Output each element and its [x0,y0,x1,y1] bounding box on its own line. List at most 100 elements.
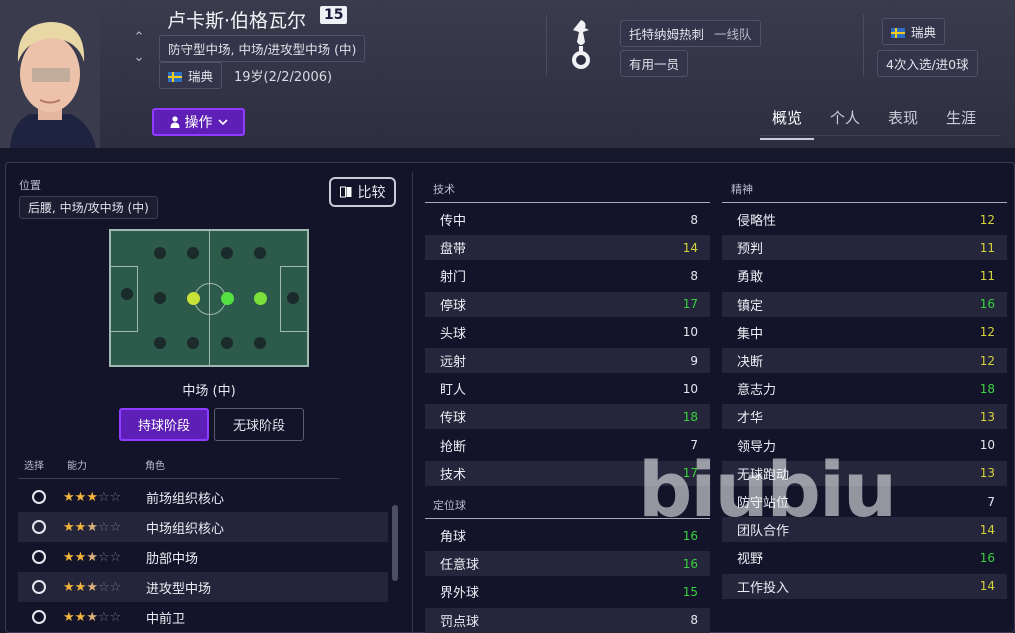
role-row[interactable]: ★★★☆☆ 肋部中场 [18,542,388,572]
mental-header-line [722,202,1007,203]
position-pitch[interactable] [109,229,309,367]
national-team-chip[interactable]: 瑞典 [882,18,946,45]
role-rating-stars-icon: ★★★☆☆ [63,519,122,535]
divider [863,14,864,76]
attribute-row[interactable]: 射门 8 [425,263,710,288]
attribute-name: 传球 [440,411,467,427]
attribute-value: 15 [682,584,698,599]
attribute-value: 16 [682,556,698,571]
attribute-name: 罚点球 [440,614,480,630]
role-name: 进攻型中场 [146,581,212,597]
pitch-position-dot-active[interactable] [186,291,200,305]
pitch-position-dot[interactable] [287,292,299,304]
attribute-value: 14 [979,579,995,594]
attribute-row[interactable]: 决断 12 [722,348,1007,373]
nationality-text: 瑞典 [188,69,214,84]
pitch-position-dot[interactable] [187,337,199,349]
divider [546,14,547,76]
attribute-row[interactable]: 预判 11 [722,235,1007,261]
role-row[interactable]: ★★★☆☆ 前场组织核心 [18,482,388,512]
attribute-row[interactable]: 停球 17 [425,291,710,317]
role-name: 中前卫 [146,611,186,627]
attribute-row[interactable]: 意志力 18 [722,376,1007,401]
attribute-row[interactable]: 头球 10 [425,320,710,345]
technical-header: 技术 [433,183,455,196]
attribute-row[interactable]: 勇敢 11 [722,263,1007,288]
pitch-position-dot[interactable] [254,247,266,259]
attribute-name: 意志力 [737,383,777,399]
roles-scrollbar[interactable] [392,505,398,581]
club-chip[interactable]: 托特纳姆热刺 一线队 [620,20,761,47]
attribute-row[interactable]: 视野 16 [722,545,1007,570]
role-radio[interactable] [32,520,46,534]
attribute-value: 8 [690,613,698,628]
role-radio[interactable] [32,490,46,504]
pitch-position-dot[interactable] [254,337,266,349]
sweden-flag-icon [891,28,905,38]
positions-text: 防守型中场, 中场/进攻型中场 (中) [168,42,357,57]
attribute-row[interactable]: 任意球 16 [425,551,710,577]
attribute-row[interactable]: 集中 12 [722,320,1007,345]
pitch-position-dot-active[interactable] [253,291,267,305]
in-possession-button[interactable]: 持球阶段 [119,408,209,441]
club-crest-icon[interactable] [567,18,595,72]
attribute-value: 16 [979,297,995,312]
attribute-row[interactable]: 界外球 15 [425,579,710,604]
compare-button[interactable]: 比较 [329,177,396,207]
pitch-position-dot-active[interactable] [220,291,234,305]
attribute-row[interactable]: 传中 8 [425,207,710,232]
attribute-row[interactable]: 镇定 16 [722,291,1007,317]
role-radio[interactable] [32,610,46,624]
attribute-name: 预判 [737,242,764,258]
person-icon [170,116,179,128]
positions-chip: 防守型中场, 中场/进攻型中场 (中) [159,35,366,62]
pitch-position-dot[interactable] [221,337,233,349]
attribute-name: 视野 [737,552,764,568]
chevron-down-icon [217,119,228,125]
club-squad: 一线队 [714,27,752,42]
nationality-chip[interactable]: 瑞典 [159,62,223,89]
player-nav-arrows[interactable]: ⌃ ⌄ [131,28,147,68]
pitch-position-dot[interactable] [187,247,199,259]
caps-text: 4次入选/进0球 [886,57,969,72]
attribute-value: 8 [690,268,698,283]
out-of-possession-button[interactable]: 无球阶段 [214,408,304,441]
pitch-position-dot[interactable] [154,337,166,349]
attribute-row[interactable]: 侵略性 12 [722,207,1007,232]
club-name: 托特纳姆热刺 [629,27,705,42]
attribute-value: 12 [979,212,995,227]
pitch-position-dot[interactable] [221,247,233,259]
role-radio[interactable] [32,580,46,594]
action-button[interactable]: 操作 [152,108,245,136]
attribute-row[interactable]: 传球 18 [425,404,710,430]
role-row[interactable]: ★★★☆☆ 中前卫 [18,602,388,632]
divider [18,478,340,479]
attribute-row[interactable]: 盘带 14 [425,235,710,261]
chevron-up-icon[interactable]: ⌃ [131,28,147,48]
role-name: 前场组织核心 [146,491,225,507]
role-name: 中场组织核心 [146,521,225,537]
role-radio[interactable] [32,550,46,564]
tab-underline [760,135,1000,136]
attribute-value: 13 [979,409,995,424]
pitch-position-dot[interactable] [121,288,133,300]
role-row[interactable]: ★★★☆☆ 进攻型中场 [18,572,388,602]
pitch-position-dot[interactable] [154,247,166,259]
attribute-name: 传中 [440,214,467,229]
caps-chip: 4次入选/进0球 [877,50,978,77]
attribute-row[interactable]: 才华 13 [722,404,1007,430]
age-dob: 19岁(2/2/2006) [234,70,333,85]
attribute-row[interactable]: 远射 9 [425,348,710,373]
pitch-position-dot[interactable] [154,292,166,304]
attribute-row[interactable]: 盯人 10 [425,376,710,401]
role-row[interactable]: ★★★☆☆ 中场组织核心 [18,512,388,542]
attribute-row[interactable]: 工作投入 14 [722,573,1007,599]
attribute-value: 12 [979,353,995,368]
compare-button-label: 比较 [357,185,386,201]
chevron-down-icon[interactable]: ⌄ [131,48,147,68]
attribute-row[interactable]: 罚点球 8 [425,607,710,633]
attribute-value: 13 [979,466,995,481]
attribute-name: 侵略性 [737,214,777,229]
role-rating-stars-icon: ★★★☆☆ [63,579,122,595]
attribute-value: 17 [682,297,698,312]
